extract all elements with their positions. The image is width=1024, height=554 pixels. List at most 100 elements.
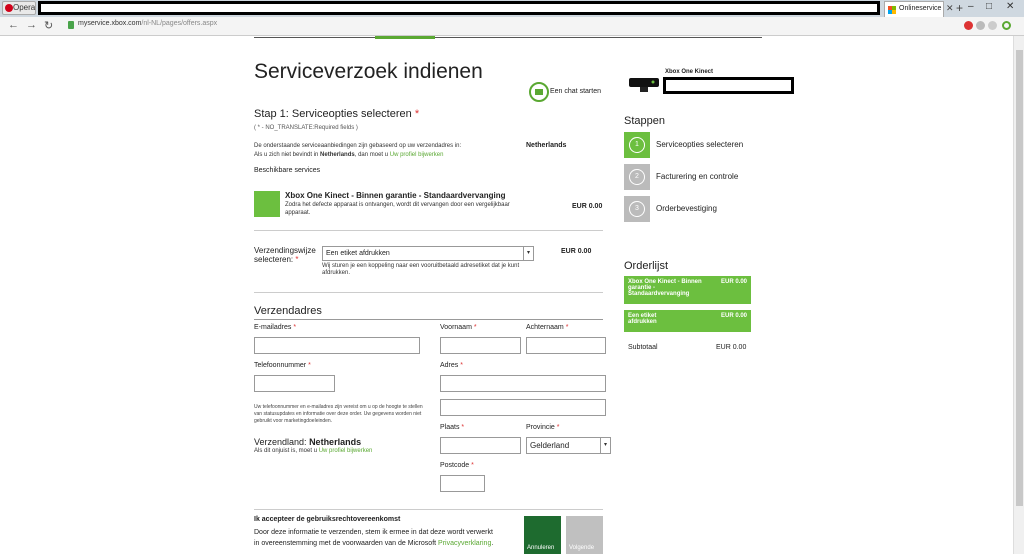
browser-titlebar: Opera Onlineservice ✕ + – □ ✕ <box>0 0 1024 17</box>
step-item-2: 2 Facturering en controle <box>624 164 754 190</box>
step-indicator: 3 <box>624 196 650 222</box>
step-item-3: 3 Orderbevestiging <box>624 196 754 222</box>
order-item-price: EUR 0.00 <box>720 279 747 285</box>
street-label-text: Adres <box>440 362 459 369</box>
next-button[interactable]: Volgende <box>566 516 603 554</box>
maximize-icon[interactable]: □ <box>986 1 992 12</box>
province-label: Provincie * <box>526 424 559 431</box>
postcode-field[interactable] <box>440 475 485 492</box>
country-profile-link[interactable]: Uw profiel bijwerken <box>319 448 373 454</box>
shipping-label-text: Verzendingswijze selecteren: <box>254 246 316 264</box>
page-scrollbar[interactable] <box>1013 36 1024 554</box>
city-label: Plaats * <box>440 424 464 431</box>
new-tab-icon[interactable]: + <box>956 1 963 15</box>
street-field-2[interactable] <box>440 399 606 416</box>
minimize-icon[interactable]: – <box>968 1 974 12</box>
chat-bubble-icon <box>529 82 549 102</box>
privacy-statement-link[interactable]: Privacyverklaring <box>438 540 491 547</box>
address-bar[interactable]: myservice.xbox.com/nl-NL/pages/offers.as… <box>78 20 217 27</box>
required-asterisk: * <box>295 255 299 264</box>
sync-icon[interactable] <box>1002 21 1011 30</box>
phone-label: Telefoonnummer * <box>254 362 311 369</box>
country-note-text: Als dit onjuist is, moet u <box>254 448 318 454</box>
profile-update-link[interactable]: Uw profiel bijwerken <box>390 152 444 158</box>
top-divider <box>254 37 762 38</box>
lastname-field[interactable] <box>526 337 606 354</box>
cancel-label: Annuleren <box>527 545 555 551</box>
reload-icon[interactable]: ↻ <box>44 19 53 32</box>
scrollbar-thumb[interactable] <box>1016 50 1023 506</box>
step-label: Facturering en controle <box>656 172 739 181</box>
postcode-label-text: Postcode <box>440 462 470 469</box>
forward-icon[interactable]: → <box>26 19 37 31</box>
step-item-1: 1 Serviceopties selecteren <box>624 132 754 158</box>
required-asterisk: * <box>461 424 465 431</box>
order-item-shipping: Een etiket afdrukken EUR 0.00 <box>624 310 751 332</box>
step-label: Serviceopties selecteren <box>656 140 744 149</box>
email-field[interactable] <box>254 337 420 354</box>
order-item-label: Xbox One Kinect - Binnen garantie - Stan… <box>628 279 702 297</box>
order-item-price: EUR 0.00 <box>720 313 747 319</box>
required-asterisk: * <box>308 362 311 369</box>
next-label: Volgende <box>569 545 595 551</box>
step-number: 1 <box>629 137 645 153</box>
step-label: Orderbevestiging <box>656 204 717 213</box>
page-title: Serviceverzoek indienen <box>254 60 483 83</box>
province-select[interactable]: Gelderland ▾ <box>526 437 611 454</box>
url-path: /nl-NL/pages/offers.aspx <box>141 20 218 27</box>
lastname-label: Achternaam * <box>526 324 568 331</box>
intro-line2-country: Netherlands <box>320 152 355 158</box>
terms-text-1: Door deze informatie te verzenden, stem … <box>254 529 493 536</box>
address-heading: Verzendadres <box>254 305 322 317</box>
order-heading: Orderlijst <box>624 260 669 272</box>
opera-menu-button[interactable]: Opera <box>2 1 36 15</box>
divider-terms <box>254 509 603 510</box>
terms-heading: Ik accepteer de gebruiksrechtovereenkoms… <box>254 516 401 523</box>
cancel-button[interactable]: Annuleren <box>524 516 561 554</box>
city-field[interactable] <box>440 437 521 454</box>
firstname-field[interactable] <box>440 337 521 354</box>
shipping-method-select[interactable]: Een etiket afdrukken ▾ <box>322 246 534 261</box>
subtotal-label: Subtotaal <box>628 344 658 351</box>
redacted-tab-strip <box>38 1 880 15</box>
phone-field[interactable] <box>254 375 335 392</box>
step-heading-text: Stap 1: Serviceopties selecteren <box>254 108 412 120</box>
chevron-down-icon: ▾ <box>600 438 610 453</box>
province-label-text: Provincie <box>526 424 555 431</box>
required-note: ( * - NO_TRANSLATE:Required fields ) <box>254 125 358 131</box>
email-label: E-mailadres * <box>254 324 296 331</box>
intro-line-1: De onderstaande serviceaanbiedingen zijn… <box>254 143 462 149</box>
required-asterisk: * <box>471 462 474 469</box>
shipping-price: EUR 0.00 <box>561 248 592 255</box>
tab-title: Onlineservice <box>899 5 942 12</box>
service-desc: Zodra het defecte apparaat is ontvangen,… <box>285 202 510 216</box>
browser-navbar: ← → ↻ myservice.xbox.com/nl-NL/pages/off… <box>0 17 1024 36</box>
tab-close-icon[interactable]: ✕ <box>946 3 954 14</box>
required-asterisk: * <box>556 424 560 431</box>
required-asterisk: * <box>473 324 477 331</box>
window-close-icon[interactable]: ✕ <box>1006 1 1014 12</box>
bookmark-heart-icon[interactable] <box>988 21 997 30</box>
page-content: Serviceverzoek indienen Een chat starten… <box>0 36 1024 554</box>
country-label: Verzendland: <box>254 437 307 447</box>
city-label-text: Plaats <box>440 424 460 431</box>
service-price: EUR 0.00 <box>572 203 603 210</box>
browser-tab-active[interactable]: Onlineservice <box>884 1 944 17</box>
back-icon[interactable]: ← <box>8 19 19 31</box>
step-heading: Stap 1: Serviceopties selecteren * <box>254 108 419 120</box>
step-indicator: 2 <box>624 164 650 190</box>
adblock-icon[interactable] <box>964 21 973 30</box>
service-thumbnail[interactable] <box>254 191 280 217</box>
street-label: Adres * <box>440 362 463 369</box>
order-item-service: Xbox One Kinect - Binnen garantie - Stan… <box>624 276 751 304</box>
firstname-label: Voornaam * <box>440 324 477 331</box>
microsoft-favicon-icon <box>888 6 896 14</box>
country-note: Als dit onjuist is, moet u Uw profiel bi… <box>254 448 372 454</box>
street-field[interactable] <box>440 375 606 392</box>
shipping-label: Verzendingswijze selecteren: * <box>254 246 316 264</box>
divider-service <box>254 230 603 231</box>
url-host: myservice.xbox.com <box>78 20 142 27</box>
shipping-desc: Wij sturen je een koppeling naar een voo… <box>322 263 520 276</box>
extension-icon[interactable] <box>976 21 985 30</box>
email-label-text: E-mailadres <box>254 324 292 331</box>
